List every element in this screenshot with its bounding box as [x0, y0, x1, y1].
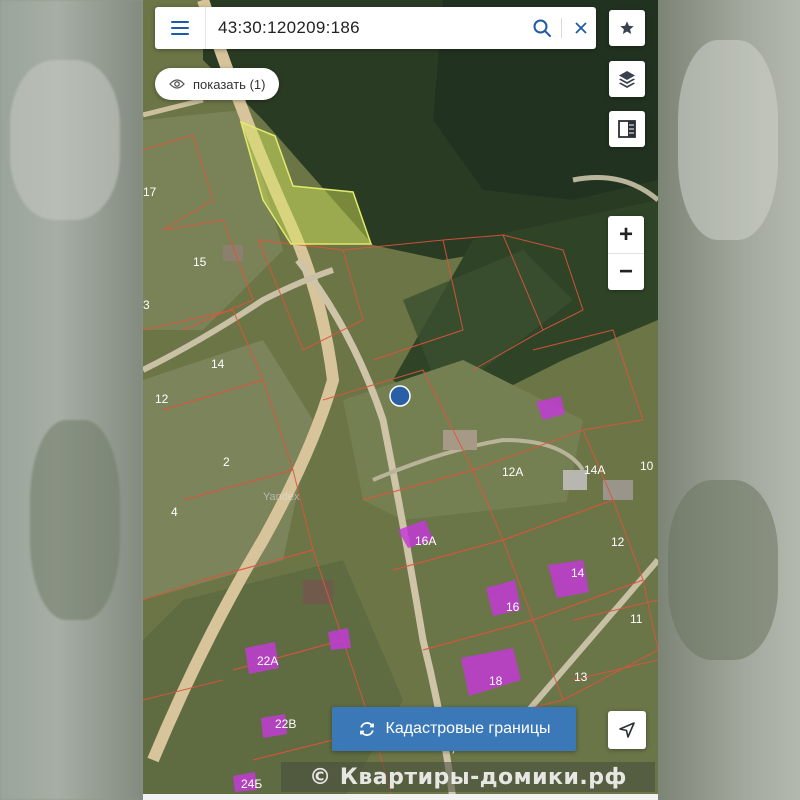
parcel-label: 2 [223, 455, 230, 469]
parcel-label: 12А [502, 465, 523, 479]
location-marker[interactable] [389, 385, 411, 407]
layers-button[interactable] [609, 61, 645, 97]
parcel-label: 12 [611, 535, 625, 549]
blurred-background-left [0, 0, 143, 800]
legend-panel-icon [618, 120, 636, 138]
show-button[interactable]: показать (1) [155, 68, 280, 100]
parcel-label: 16А [415, 534, 436, 548]
search-icon [533, 19, 551, 37]
cadastral-borders-button[interactable]: Кадастровые границы [332, 707, 576, 751]
close-icon [575, 22, 587, 34]
parcel-label: 18 [489, 674, 503, 688]
search-button[interactable] [527, 7, 557, 49]
parcel-label: 3 [143, 298, 150, 312]
blurred-background-right [658, 0, 800, 800]
parcel-label: 10 [640, 459, 654, 473]
map-provider-label: Yandex [263, 491, 300, 503]
search-input[interactable]: 43:30:120209:186 [206, 18, 527, 38]
show-button-label: показать (1) [193, 76, 266, 92]
parcel-label: 22А [257, 654, 278, 668]
hamburger-menu-icon [171, 21, 189, 36]
divider [561, 18, 562, 38]
star-icon [620, 21, 634, 34]
clear-button[interactable] [566, 7, 596, 49]
phone-screen: 17 15 3 14 12 2 4 12А 14А 10 16А 12 14 1… [143, 0, 658, 800]
roof [443, 430, 477, 450]
parcel-label: 13 [574, 670, 588, 684]
bottom-strip [143, 794, 658, 800]
eye-icon [169, 79, 185, 89]
parcel-label: 17 [143, 185, 157, 199]
favorite-button[interactable] [609, 10, 645, 46]
parcel-label: 14 [571, 566, 585, 580]
zoom-out-button[interactable]: − [608, 253, 644, 290]
parcel-label: 11 [630, 612, 643, 626]
navigation-arrow-icon [619, 722, 635, 738]
locate-button[interactable] [608, 711, 646, 749]
menu-button[interactable] [155, 7, 206, 49]
legend-button[interactable] [609, 111, 645, 147]
roof [603, 480, 633, 500]
cadastral-borders-label: Кадастровые границы [385, 720, 551, 737]
zoom-controls: + − [608, 216, 644, 290]
parcel-label: 24Б [241, 777, 262, 791]
search-bar: 43:30:120209:186 [155, 7, 596, 49]
parcel-label: 14А [584, 463, 605, 477]
parcel-label: 12 [155, 392, 169, 406]
layers-icon [619, 71, 635, 88]
parcel-label: 14 [211, 357, 225, 371]
satellite-map[interactable]: 17 15 3 14 12 2 4 12А 14А 10 16А 12 14 1… [143, 0, 658, 800]
refresh-icon [359, 722, 374, 736]
parcel-label: 15 [193, 255, 207, 269]
roof [303, 580, 333, 604]
parcel-label: 16 [506, 600, 520, 614]
parcel-label: 22В [275, 717, 296, 731]
watermark: © Квартиры-домики.рф [281, 762, 655, 792]
parcel-label: 4 [171, 505, 178, 519]
zoom-in-button[interactable]: + [608, 216, 644, 253]
